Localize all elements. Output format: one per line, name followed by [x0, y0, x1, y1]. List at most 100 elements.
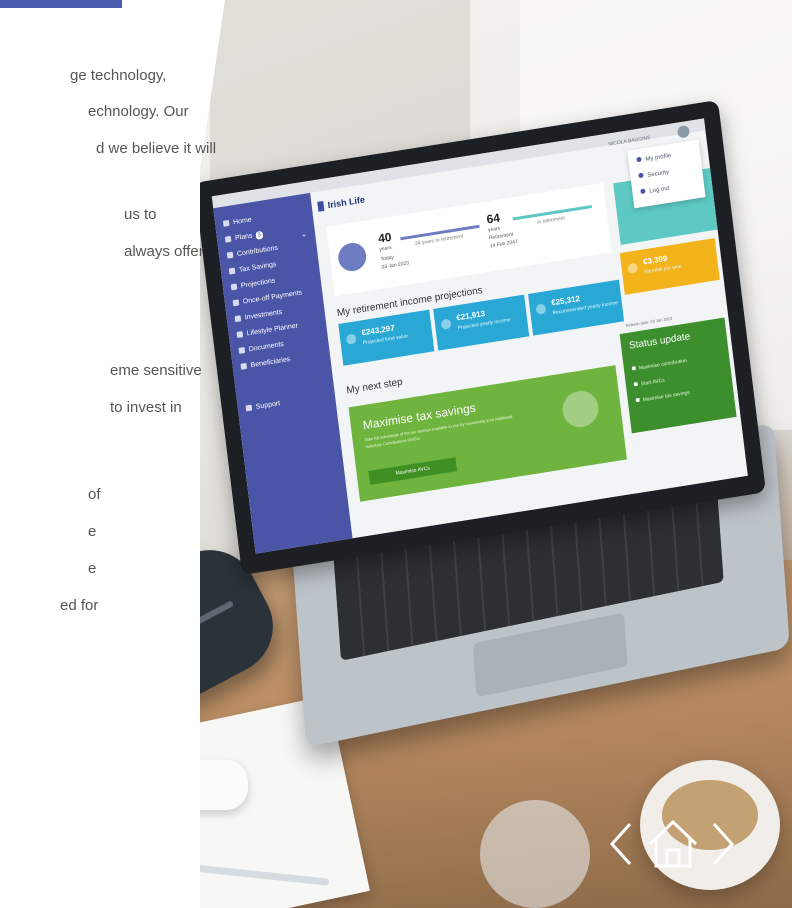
intro-text-panel: ge technology, echnology. Our d we belie… [0, 0, 216, 908]
menu-label: Log out [649, 185, 670, 195]
retirement-age-unit: years [487, 225, 501, 234]
retirement-age: 64 [485, 210, 501, 227]
app-screen: Home Plans 3 ⌄ Contributions Tax Savings … [211, 118, 748, 554]
status-item-label: Maximise contribution [638, 357, 688, 372]
nav-once-off-payments[interactable]: Once-off Payments [232, 289, 303, 308]
tax-savings-icon [228, 267, 236, 275]
user-avatar[interactable] [676, 124, 691, 139]
nav-documents[interactable]: Documents [238, 341, 284, 356]
projected-fund-card[interactable]: €243,297 Projected fund value [338, 309, 435, 366]
nav-investments[interactable]: Investments [234, 308, 283, 324]
irish-life-logo-icon [317, 200, 325, 212]
status-update-card: Status update Maximise contribution Star… [619, 317, 737, 434]
nav-label: Lifestyle Planner [246, 322, 299, 338]
menu-log-out[interactable]: Log out [640, 185, 670, 197]
status-title: Status update [628, 331, 691, 352]
logout-icon [640, 188, 646, 195]
nav-label: Beneficiaries [250, 355, 291, 370]
nav-label: Projections [240, 277, 276, 290]
investments-icon [234, 315, 242, 323]
intro-text-line: e [88, 523, 97, 540]
nav-label: Documents [248, 340, 285, 354]
lifestyle-planner-icon [236, 331, 244, 339]
plans-icon [224, 235, 232, 243]
status-item[interactable]: Start AVCs [633, 377, 666, 389]
documents-icon [238, 346, 246, 354]
check-icon [631, 365, 637, 371]
nav-contributions[interactable]: Contributions [226, 244, 279, 261]
nav-label: Plans [234, 232, 253, 243]
nav-plans[interactable]: Plans 3 [224, 230, 264, 245]
nav-label: Support [255, 400, 281, 411]
calendar-icon [440, 318, 452, 330]
beneficiaries-icon [240, 362, 248, 370]
projections-icon [230, 283, 238, 291]
menu-security[interactable]: Security [638, 169, 669, 182]
intro-text-line: of [88, 486, 101, 503]
nav-support[interactable]: Support [245, 400, 281, 413]
support-icon [245, 404, 253, 412]
intro-text-line: e [88, 560, 97, 577]
intro-text-line: d we believe it will [96, 140, 217, 157]
slide-controls [608, 818, 738, 870]
intro-text-line: ed for [60, 597, 99, 614]
intro-text-line: us to [124, 206, 157, 223]
intro-text-line: ge technology, [70, 67, 167, 84]
projected-income-card[interactable]: €21,913 Projected yearly income [433, 294, 530, 351]
nav-lifestyle-planner[interactable]: Lifestyle Planner [236, 322, 299, 340]
nav-label: Contributions [236, 244, 279, 259]
nav-beneficiaries[interactable]: Beneficiaries [240, 355, 291, 372]
menu-my-profile[interactable]: My profile [636, 152, 672, 165]
shortfall-card[interactable]: €3,399 Shortfall per year [619, 238, 720, 295]
target-icon [535, 303, 547, 315]
nav-label: Home [232, 216, 253, 227]
recommended-income-card[interactable]: €25,312 Recommended yearly income [528, 279, 625, 336]
current-age: 40 [377, 229, 393, 246]
nav-home[interactable]: Home [222, 216, 253, 228]
lock-icon [638, 172, 644, 179]
intro-text-line: always offer [124, 243, 204, 260]
profile-avatar-icon [336, 240, 368, 274]
nav-label: Once-off Payments [242, 289, 303, 306]
stat-value: €3,399 [642, 253, 668, 267]
home-nav-icon [222, 219, 230, 227]
menu-label: My profile [645, 152, 672, 163]
laptop-screen-frame: Home Plans 3 ⌄ Contributions Tax Savings … [194, 99, 766, 576]
contributions-icon [226, 251, 234, 259]
intro-text-line: to invest in [110, 399, 182, 416]
plans-count-badge: 3 [254, 230, 264, 240]
briefcase-icon [560, 388, 601, 430]
payments-icon [232, 299, 240, 307]
water-glass [480, 800, 590, 908]
top-accent-bar [0, 0, 122, 8]
check-icon [635, 397, 641, 403]
retirement-timeline: 40 years Today 03 Jan 2023 24 years to r… [326, 182, 612, 297]
nav-projections[interactable]: Projections [230, 277, 276, 292]
stat-value: €21,913 [455, 308, 486, 323]
next-step-title: My next step [345, 376, 404, 397]
status-item-label: Start AVCs [640, 377, 666, 388]
check-icon [633, 381, 639, 387]
status-item[interactable]: Maximise contribution [631, 357, 688, 373]
maximise-avcs-button[interactable]: Maximise AVCs [368, 457, 458, 485]
chevron-down-icon[interactable]: ⌄ [301, 230, 308, 239]
chart-icon [345, 333, 357, 345]
page: Home Plans 3 ⌄ Contributions Tax Savings … [0, 0, 792, 908]
nav-label: Tax Savings [238, 261, 277, 274]
nav-label: Investments [244, 308, 283, 322]
user-menu: My profile Security Log out [627, 139, 706, 209]
today-label: Today [380, 254, 395, 263]
brand-name[interactable]: Irish Life [327, 194, 365, 210]
stat-value: €25,312 [550, 293, 581, 308]
current-age-unit: years [379, 244, 393, 253]
status-item-label: Maximise tax savings [642, 389, 691, 404]
chevron-left-icon[interactable] [608, 818, 634, 870]
intro-text-line: eme sensitive [110, 362, 202, 379]
menu-label: Security [647, 169, 670, 179]
home-icon[interactable] [646, 818, 700, 870]
status-item[interactable]: Maximise tax savings [635, 389, 691, 404]
warning-icon [627, 262, 639, 275]
chevron-right-icon[interactable] [710, 818, 736, 870]
nav-tax-savings[interactable]: Tax Savings [228, 261, 277, 276]
profile-icon [636, 156, 642, 163]
